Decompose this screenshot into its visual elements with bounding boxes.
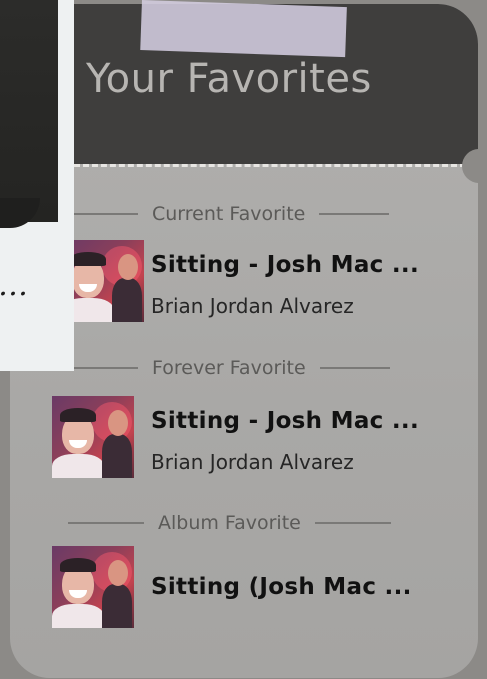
note-overlay: … (0, 0, 74, 371)
song-row-current[interactable]: Sitting - Josh Mac ... Brian Jordan Alva… (10, 240, 478, 324)
divider-line (72, 367, 138, 369)
handwritten-note: … (0, 268, 30, 303)
ticket-perforation (74, 164, 466, 167)
favorites-card: Your Favorites Current Favorite Sitting … (10, 4, 478, 678)
section-label: Forever Favorite (152, 357, 306, 379)
page-title: Your Favorites (86, 56, 372, 102)
dark-photo (0, 0, 58, 222)
song-title: Sitting - Josh Mac ... (151, 252, 420, 278)
album-art-image (62, 240, 144, 322)
divider-line (314, 522, 391, 524)
section-heading-album: Album Favorite (68, 511, 391, 535)
divider-line (68, 522, 144, 524)
section-label: Album Favorite (158, 512, 301, 534)
song-row-album[interactable]: Sitting (Josh Mac ... (10, 546, 478, 630)
section-heading-forever: Forever Favorite (72, 356, 390, 380)
song-title: Sitting - Josh Mac ... (151, 408, 420, 434)
divider-line (319, 213, 390, 215)
album-art-image (52, 546, 134, 628)
section-heading-current: Current Favorite (72, 202, 390, 226)
album-art-image (52, 396, 134, 478)
section-label: Current Favorite (152, 203, 306, 225)
song-artist: Brian Jordan Alvarez (151, 294, 354, 318)
divider-line (319, 367, 390, 369)
song-title: Sitting (Josh Mac ... (151, 574, 412, 600)
song-artist: Brian Jordan Alvarez (151, 450, 354, 474)
divider-line (72, 213, 138, 215)
tape-strip (140, 0, 347, 58)
song-row-forever[interactable]: Sitting - Josh Mac ... Brian Jordan Alva… (10, 396, 478, 480)
